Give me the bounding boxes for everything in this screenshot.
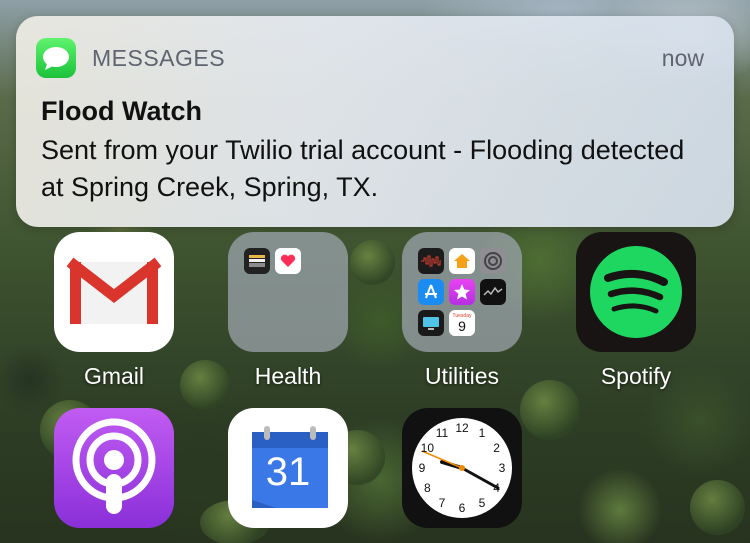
messages-icon bbox=[36, 38, 76, 78]
notification-body: Sent from your Twilio trial account - Fl… bbox=[41, 135, 685, 202]
podcasts-icon bbox=[72, 418, 156, 514]
clock-numeral: 1 bbox=[478, 426, 486, 441]
spotify-icon bbox=[590, 246, 682, 338]
google-calendar-app[interactable]: 31 bbox=[228, 408, 348, 528]
clock-numeral: 10 bbox=[420, 441, 435, 455]
calendar-mini-icon: Tuesday 9 bbox=[449, 310, 475, 336]
clock-numeral: 9 bbox=[418, 461, 426, 475]
notification-banner[interactable]: MESSAGES now Flood Watch Sent from your … bbox=[16, 16, 734, 227]
gmail-app[interactable] bbox=[54, 232, 174, 352]
clock-app[interactable]: 12 1 2 3 4 5 6 7 8 9 10 11 bbox=[402, 408, 522, 528]
notification-app-name: MESSAGES bbox=[92, 44, 226, 71]
spotify-label: Spotify bbox=[600, 363, 672, 389]
itunes-store-icon bbox=[449, 279, 475, 305]
clock-numeral: 3 bbox=[498, 461, 506, 475]
clock-numeral: 5 bbox=[478, 495, 486, 510]
calendar-mini-date: 9 bbox=[458, 317, 466, 334]
voice-memos-icon bbox=[418, 248, 444, 274]
notification-header: MESSAGES now bbox=[36, 38, 704, 78]
health-folder[interactable] bbox=[228, 232, 348, 352]
spotify-app[interactable] bbox=[576, 232, 696, 352]
utilities-folder[interactable]: Tuesday 9 bbox=[402, 232, 522, 352]
clock-numeral: 8 bbox=[424, 481, 431, 495]
clock-numeral: 11 bbox=[435, 426, 449, 441]
clock-numeral: 4 bbox=[493, 481, 500, 495]
notification-time: now bbox=[661, 44, 704, 71]
google-calendar-date: 31 bbox=[265, 450, 311, 494]
notification-title: Flood Watch bbox=[41, 96, 202, 126]
podcasts-app[interactable] bbox=[54, 408, 174, 528]
gmail-label: Gmail bbox=[83, 363, 145, 389]
home-icon bbox=[449, 248, 475, 274]
utilities-label: Utilities bbox=[424, 363, 500, 389]
clock-numeral: 2 bbox=[493, 441, 500, 455]
wallet-icon bbox=[244, 248, 270, 274]
settings-icon bbox=[480, 248, 506, 274]
stocks-icon bbox=[480, 279, 506, 305]
clock-numeral: 6 bbox=[458, 501, 466, 515]
app-store-icon bbox=[418, 279, 444, 305]
tv-icon bbox=[418, 310, 444, 336]
clock-numeral: 7 bbox=[438, 495, 446, 510]
gmail-icon bbox=[66, 257, 162, 324]
health-icon bbox=[275, 248, 301, 274]
health-label: Health bbox=[254, 363, 322, 389]
clock-numeral: 12 bbox=[455, 421, 469, 435]
